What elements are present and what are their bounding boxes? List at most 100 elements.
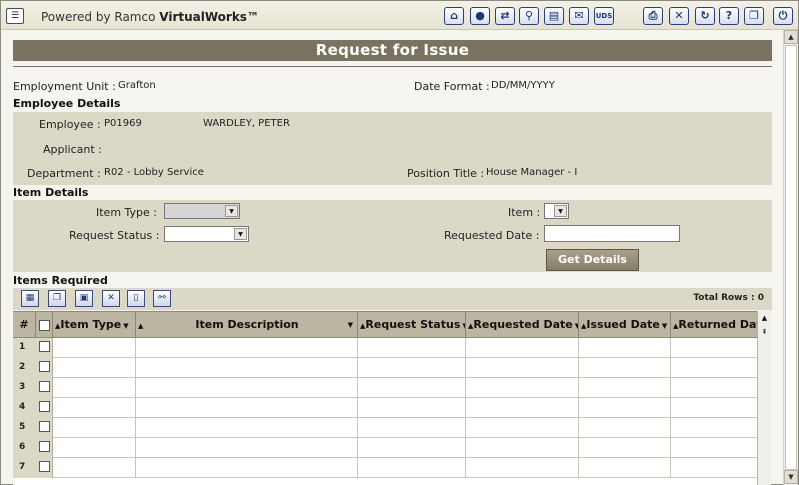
- cell[interactable]: [579, 358, 671, 378]
- cell[interactable]: [53, 378, 136, 398]
- cell[interactable]: [579, 338, 671, 358]
- cell[interactable]: [466, 338, 579, 358]
- table-row[interactable]: 3: [13, 378, 757, 398]
- row-checkbox[interactable]: [39, 381, 50, 392]
- table-row[interactable]: 6: [13, 438, 757, 458]
- item-type-select[interactable]: ▼: [164, 203, 240, 219]
- cell[interactable]: [466, 438, 579, 458]
- chevron-down-icon[interactable]: ▼: [225, 205, 238, 217]
- row-checkbox[interactable]: [39, 401, 50, 412]
- chevron-down-icon[interactable]: ▼: [234, 228, 247, 240]
- column-item-type[interactable]: ▲Item Type ▼: [53, 312, 136, 337]
- cell[interactable]: [136, 398, 358, 418]
- row-header: 1: [13, 338, 53, 358]
- cell[interactable]: [358, 418, 466, 438]
- chevron-down-icon[interactable]: ▼: [554, 205, 567, 217]
- row-checkbox[interactable]: [39, 421, 50, 432]
- page-scrollbar[interactable]: ▲ ▼: [783, 30, 798, 485]
- item-label: Item :: [508, 206, 541, 219]
- cell[interactable]: [53, 458, 136, 478]
- refresh-icon[interactable]: ↻: [695, 7, 715, 25]
- scroll-down-icon[interactable]: ▼: [784, 470, 798, 484]
- add-row-icon[interactable]: ▦: [21, 290, 39, 307]
- cell[interactable]: [358, 378, 466, 398]
- help-icon[interactable]: ?: [719, 7, 739, 25]
- grid-scrollbar[interactable]: ▲ ⇞: [757, 311, 771, 485]
- cell[interactable]: [466, 458, 579, 478]
- cell[interactable]: [53, 398, 136, 418]
- request-status-select[interactable]: ▼: [164, 226, 249, 242]
- cell[interactable]: [466, 378, 579, 398]
- find-icon[interactable]: ⚯: [153, 290, 171, 307]
- column-requested-date[interactable]: ▲Requested Date▼: [466, 312, 579, 337]
- table-row[interactable]: 5: [13, 418, 757, 438]
- cell[interactable]: [579, 458, 671, 478]
- get-details-button[interactable]: Get Details: [546, 249, 639, 271]
- item-select[interactable]: ▼: [544, 203, 569, 219]
- cell[interactable]: [358, 458, 466, 478]
- grid-header: # ▲Item Type ▼ ▲ Item Description ▼ ▲Reques…: [13, 311, 757, 338]
- cell[interactable]: [358, 398, 466, 418]
- cell[interactable]: [466, 418, 579, 438]
- row-checkbox[interactable]: [39, 441, 50, 452]
- table-row[interactable]: 2: [13, 358, 757, 378]
- requested-date-input[interactable]: [544, 225, 680, 242]
- table-row[interactable]: 1: [13, 338, 757, 358]
- cell[interactable]: [579, 398, 671, 418]
- column-issued-date[interactable]: ▲Issued Date ▼: [579, 312, 671, 337]
- table-row[interactable]: 4: [13, 398, 757, 418]
- column-request-status[interactable]: ▲Request Status▼: [358, 312, 466, 337]
- search-user-icon[interactable]: ⚲: [519, 7, 539, 25]
- transfer-icon[interactable]: ⇄: [495, 7, 515, 25]
- select-all-checkbox[interactable]: [38, 319, 50, 331]
- mail-icon[interactable]: ✉: [569, 7, 589, 25]
- home-icon[interactable]: ⌂: [444, 7, 464, 25]
- cell[interactable]: [358, 438, 466, 458]
- cell[interactable]: [53, 418, 136, 438]
- cell[interactable]: [53, 358, 136, 378]
- cell[interactable]: [466, 398, 579, 418]
- save-icon[interactable]: ▣: [75, 290, 93, 307]
- cell[interactable]: [579, 418, 671, 438]
- copy-icon[interactable]: ❐: [744, 7, 764, 25]
- cell[interactable]: [358, 338, 466, 358]
- scroll-thumb[interactable]: [785, 45, 797, 470]
- user-icon[interactable]: ●: [470, 7, 490, 25]
- cell[interactable]: [136, 338, 358, 358]
- row-checkbox[interactable]: [39, 361, 50, 372]
- uds-icon[interactable]: UDS: [594, 7, 614, 25]
- close-icon[interactable]: ✕: [669, 7, 689, 25]
- column-returned-date[interactable]: ▲Returned Date: [671, 312, 757, 337]
- cell[interactable]: [136, 438, 358, 458]
- document-icon[interactable]: ▤: [544, 7, 564, 25]
- cell[interactable]: [136, 458, 358, 478]
- print-icon[interactable]: ⎙: [643, 7, 663, 25]
- table-row[interactable]: 7: [13, 458, 757, 478]
- cell[interactable]: [579, 378, 671, 398]
- row-checkbox[interactable]: [39, 461, 50, 472]
- column-number: #: [13, 312, 36, 337]
- excel-icon[interactable]: ✕: [102, 290, 120, 307]
- exit-icon[interactable]: ⏻: [773, 7, 793, 25]
- cell[interactable]: [136, 378, 358, 398]
- scroll-top-icon[interactable]: ⇞: [758, 327, 771, 339]
- cell[interactable]: [53, 438, 136, 458]
- cell[interactable]: [466, 358, 579, 378]
- item-details-heading: Item Details: [13, 186, 89, 199]
- scroll-up-icon[interactable]: ▲: [758, 313, 771, 325]
- cell[interactable]: [53, 338, 136, 358]
- grid-body: 1 2 3 4 5 6 7: [13, 338, 757, 485]
- copy-row-icon[interactable]: ❐: [48, 290, 66, 307]
- select-all-checkbox-cell: [36, 312, 53, 337]
- top-bar: ☰ Powered by Ramco VirtualWorks™ ⌂ ● ⇄ ⚲…: [1, 1, 798, 30]
- menu-icon[interactable]: ☰: [6, 8, 24, 24]
- cell[interactable]: [358, 358, 466, 378]
- row-checkbox[interactable]: [39, 341, 50, 352]
- scroll-up-icon[interactable]: ▲: [784, 30, 798, 44]
- cell[interactable]: [136, 418, 358, 438]
- cell[interactable]: [136, 358, 358, 378]
- column-item-description[interactable]: ▲ Item Description ▼: [136, 312, 358, 337]
- cell[interactable]: [579, 438, 671, 458]
- view-icon[interactable]: ▯: [127, 290, 145, 307]
- position-title-value: House Manager - I: [486, 167, 578, 178]
